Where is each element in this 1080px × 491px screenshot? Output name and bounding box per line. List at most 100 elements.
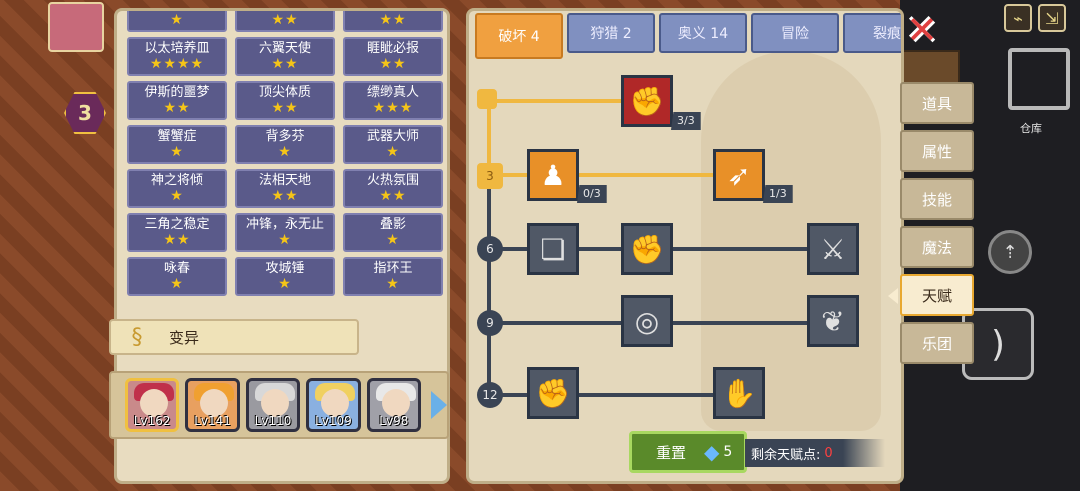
- skill-name: 咏春: [163, 261, 190, 276]
- hero-portrait[interactable]: Lv141: [185, 378, 240, 432]
- tree-root-node: [477, 89, 497, 109]
- skill-cell[interactable]: 脚神归来★★: [343, 11, 443, 32]
- star-rating: ★: [278, 232, 292, 248]
- gem-count: 5: [723, 444, 733, 460]
- skill-name: 三角之稳定: [144, 217, 210, 232]
- skill-cell[interactable]: 六翼天使 ★★: [235, 37, 335, 76]
- skill-cell[interactable]: 攻城锤 ★: [235, 257, 335, 296]
- exit-icon[interactable]: ⇲: [1038, 4, 1066, 32]
- ripple-talent[interactable]: ◎: [621, 295, 673, 347]
- tab-hunt[interactable]: 狩猎 2: [567, 13, 655, 53]
- hero-level: Lv141: [194, 414, 231, 428]
- next-arrow-icon[interactable]: [431, 391, 448, 419]
- skill-cell[interactable]: 细长手腕★: [127, 11, 227, 32]
- wifi-icon: ⌁: [1004, 4, 1032, 32]
- side-item-magic[interactable]: 魔法: [900, 226, 974, 268]
- level-node-9: 9: [477, 310, 503, 336]
- tree-line: [487, 173, 737, 177]
- bat-icon: ❦: [821, 304, 845, 338]
- star-rating: ★: [170, 144, 184, 160]
- skill-cell[interactable]: 蟹蟹症 ★: [127, 125, 227, 164]
- sword-icon: ⚔: [820, 232, 846, 266]
- tree-line: [487, 179, 491, 399]
- remaining-label: 剩余天赋点:: [751, 447, 821, 463]
- skill-name: 背多芬: [265, 129, 305, 144]
- tree-line: [487, 99, 627, 103]
- bat-talent[interactable]: ❦: [807, 295, 859, 347]
- star-rating: ★★: [163, 232, 191, 248]
- tab-adventure[interactable]: 冒险: [751, 13, 839, 53]
- talent-tabs: 破坏 4 狩猎 2 奥义 14 冒险 裂痕: [475, 13, 901, 59]
- skill-name: 指环王: [373, 261, 413, 276]
- tab-secret[interactable]: 奥义 14: [659, 13, 747, 53]
- dna-icon: §: [131, 324, 143, 350]
- tab-rift[interactable]: 裂痕: [843, 13, 901, 53]
- star-rating: ★: [278, 276, 292, 292]
- skill-cell[interactable]: 以太培养皿 ★★★★: [127, 37, 227, 76]
- arrow-talent[interactable]: ➶: [713, 149, 765, 201]
- side-item-skills[interactable]: 技能: [900, 178, 974, 220]
- skill-cell[interactable]: 指环王 ★: [343, 257, 443, 296]
- side-item-items[interactable]: 道具: [900, 82, 974, 124]
- remaining-points: 剩余天赋点: 0: [745, 439, 885, 467]
- star-rating: ★: [170, 188, 184, 204]
- reset-label: 重置: [656, 443, 687, 462]
- skill-cell[interactable]: 咏春 ★: [127, 257, 227, 296]
- skill-cell[interactable]: 叠影 ★: [343, 213, 443, 252]
- skill-cell[interactable]: 缥缈真人 ★★★: [343, 81, 443, 120]
- body-icon: ♟: [540, 158, 566, 192]
- card-icon: ❏: [540, 232, 566, 266]
- level-node-6: 6: [477, 236, 503, 262]
- skill-panel: 细长手腕★多膝★★脚神归来★★以太培养皿★★★★六翼天使★★睚眦必报★★伊斯的噩…: [109, 8, 450, 484]
- arrow-icon: ➶: [727, 158, 751, 192]
- muscle-body-talent[interactable]: ♟: [527, 149, 579, 201]
- reset-button[interactable]: 重置 ◆ 5: [629, 431, 747, 473]
- side-item-attributes[interactable]: 属性: [900, 130, 974, 172]
- compass-icon[interactable]: ⇡: [988, 230, 1032, 274]
- minimap-warehouse[interactable]: [1008, 48, 1070, 110]
- skill-name: 六翼天使: [258, 41, 311, 56]
- hero-level: Lv98: [379, 414, 409, 428]
- arm-wrestle-talent[interactable]: ✊: [621, 75, 673, 127]
- hero-portrait[interactable]: Lv109: [306, 378, 361, 432]
- fist-talent[interactable]: ✊: [527, 367, 579, 419]
- skill-grid[interactable]: 细长手腕★多膝★★脚神归来★★以太培养皿★★★★六翼天使★★睚眦必报★★伊斯的噩…: [127, 11, 443, 316]
- mutation-banner[interactable]: § 变异: [109, 319, 359, 355]
- hero-portrait[interactable]: Lv110: [245, 378, 301, 432]
- card-talent[interactable]: ❏: [527, 223, 579, 275]
- player-avatar[interactable]: [48, 2, 104, 52]
- side-item-talent[interactable]: 天赋: [888, 274, 974, 316]
- skill-name: 叠影: [379, 217, 406, 232]
- skill-cell[interactable]: 冲锋，永无止 ★: [235, 213, 335, 252]
- skill-name: 火热氛围: [366, 173, 419, 188]
- skill-cell[interactable]: 法相天地 ★★: [235, 169, 335, 208]
- star-rating: ★: [386, 276, 400, 292]
- level-node-3: 3: [477, 163, 503, 189]
- sword-talent[interactable]: ⚔: [807, 223, 859, 275]
- skill-cell[interactable]: 三角之稳定 ★★: [127, 213, 227, 252]
- skill-cell[interactable]: 伊斯的噩梦 ★★: [127, 81, 227, 120]
- side-menu: 道具 属性 技能 魔法 天赋 乐团: [888, 82, 974, 364]
- star-rating: ★★: [271, 100, 299, 116]
- skill-cell[interactable]: 背多芬 ★: [235, 125, 335, 164]
- top-icons: ⌁ ⇲: [1004, 4, 1066, 32]
- skill-name: 顶尖体质: [258, 85, 311, 100]
- skill-cell[interactable]: 神之将倾 ★: [127, 169, 227, 208]
- skill-name: 缥缈真人: [366, 85, 419, 100]
- skill-cell[interactable]: 火热氛围 ★★: [343, 169, 443, 208]
- star-rating: ★★: [379, 56, 407, 72]
- skill-name: 睚眦必报: [366, 41, 419, 56]
- talent-points: 3/3: [671, 112, 701, 130]
- hero-portrait[interactable]: Lv162: [125, 378, 180, 432]
- skill-cell[interactable]: 武器大师 ★: [343, 125, 443, 164]
- punch-talent[interactable]: ✊: [621, 223, 673, 275]
- skill-cell[interactable]: 睚眦必报 ★★: [343, 37, 443, 76]
- side-item-band[interactable]: 乐团: [900, 322, 974, 364]
- talent-panel: 破坏 4 狩猎 2 奥义 14 冒险 裂痕 3 6 9 12 ✊ 3/3 ♟ 0…: [466, 8, 904, 484]
- tab-destroy[interactable]: 破坏 4: [475, 13, 563, 59]
- close-icon[interactable]: ✕: [902, 10, 942, 50]
- skill-cell[interactable]: 顶尖体质 ★★: [235, 81, 335, 120]
- hero-portrait[interactable]: Lv98: [366, 378, 422, 432]
- skill-cell[interactable]: 多膝★★: [235, 11, 335, 32]
- grab-talent[interactable]: ✋: [713, 367, 765, 419]
